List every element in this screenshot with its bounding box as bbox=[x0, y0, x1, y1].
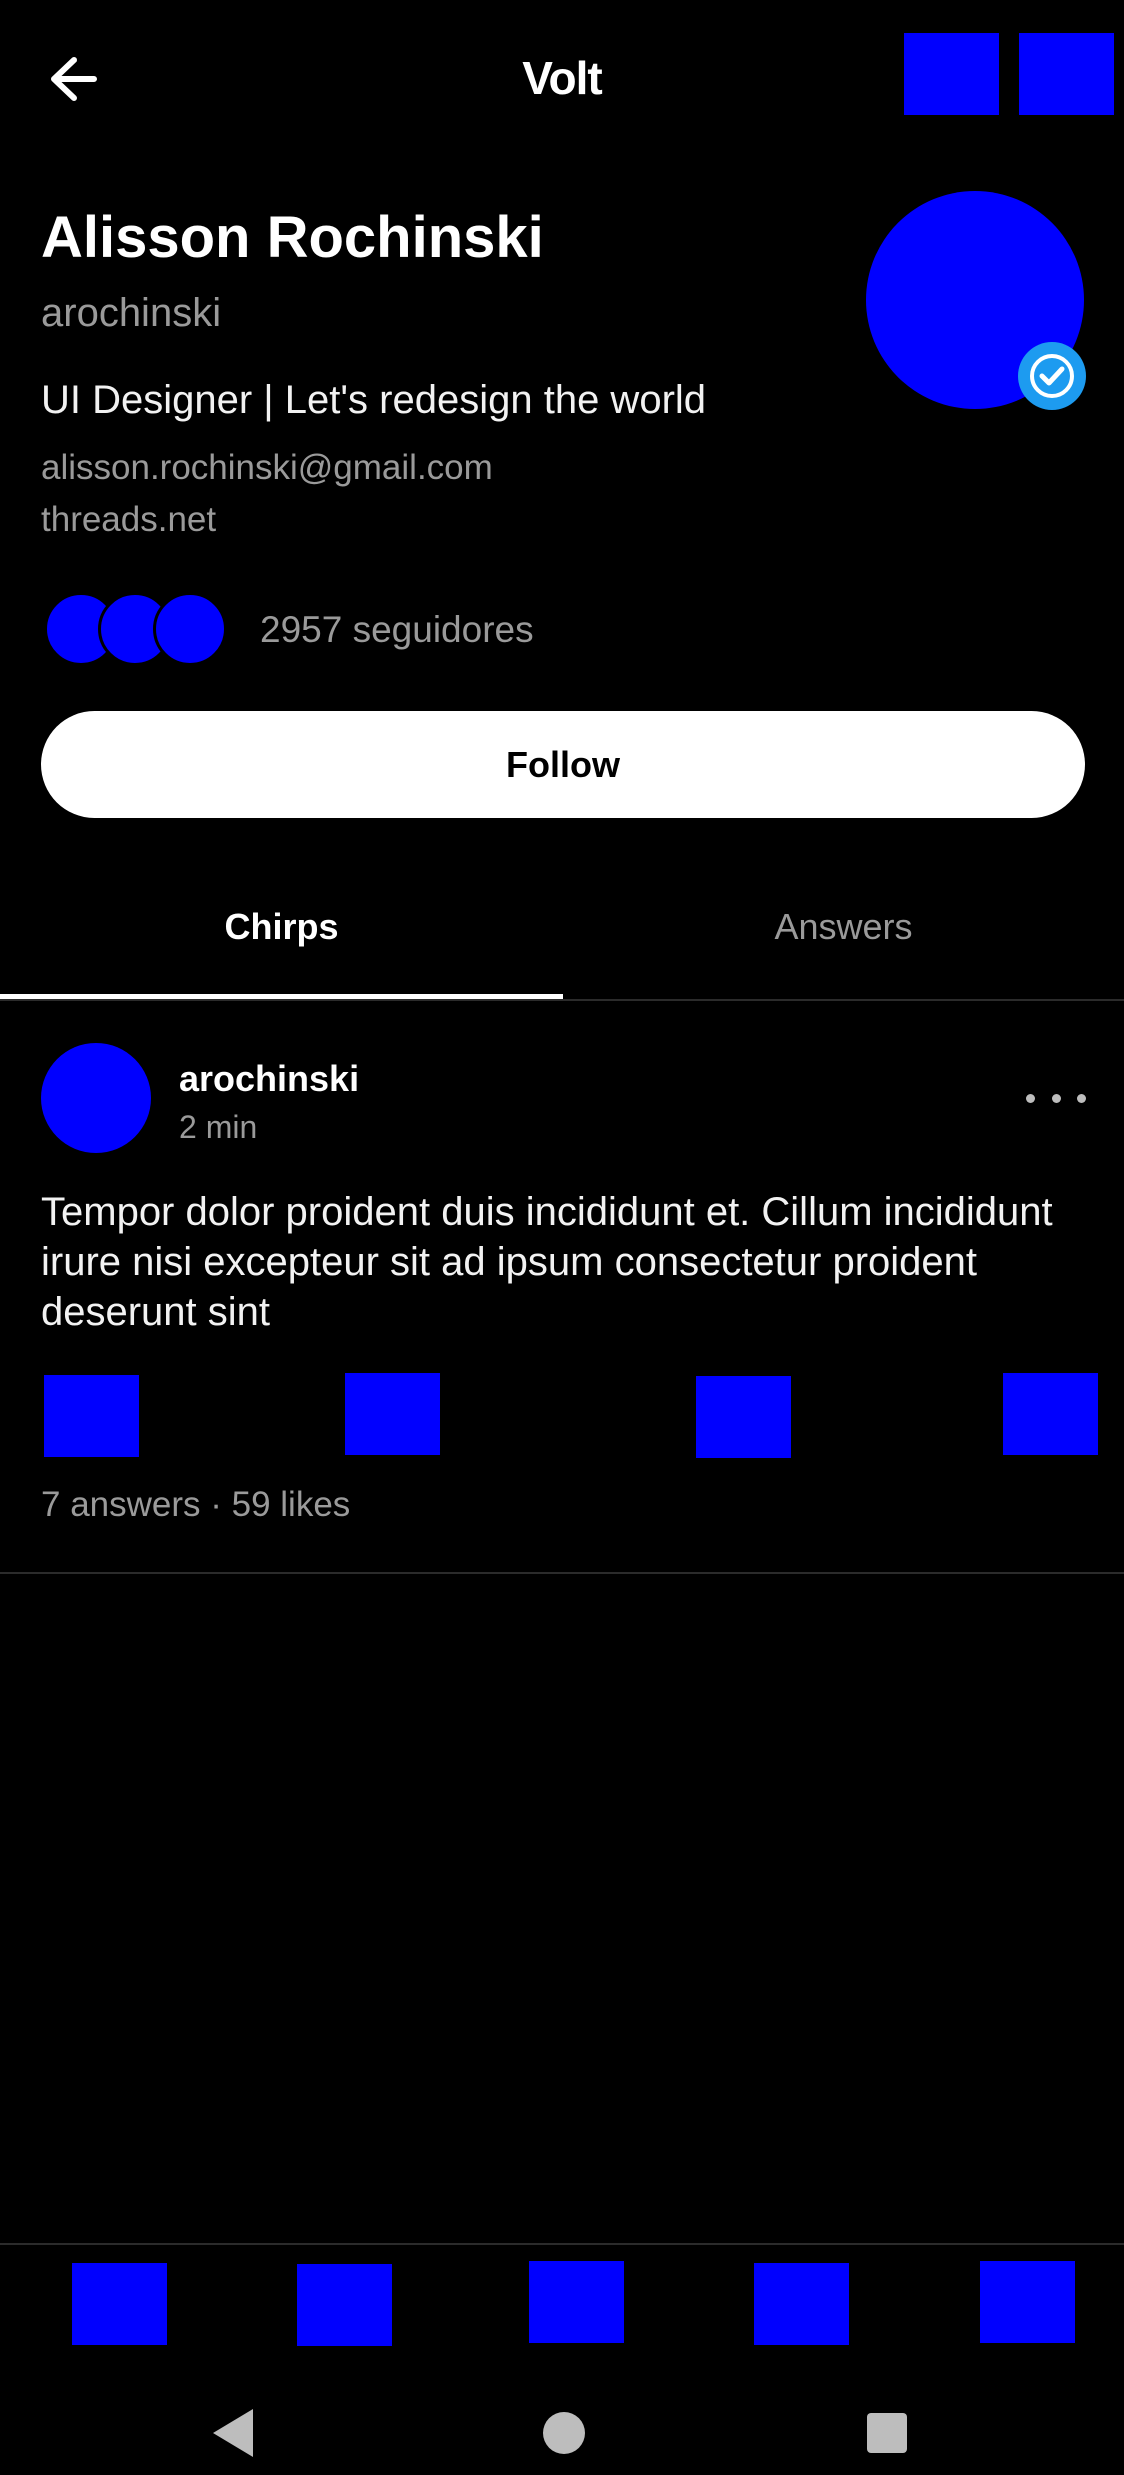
placeholder-icon bbox=[696, 1376, 791, 1458]
placeholder-icon bbox=[904, 33, 999, 115]
verified-badge bbox=[1018, 342, 1086, 410]
followers-count: 2957 seguidores bbox=[260, 609, 534, 650]
tab-label: Chirps bbox=[224, 906, 339, 947]
header-action-button-1[interactable] bbox=[904, 33, 999, 115]
follow-button-label: Follow bbox=[506, 743, 620, 785]
placeholder-icon bbox=[980, 2261, 1075, 2343]
profile-email-link[interactable]: alisson.rochinski@gmail.com bbox=[41, 443, 493, 493]
bottom-nav-divider bbox=[0, 2243, 1124, 2245]
follow-button[interactable]: Follow bbox=[41, 711, 1085, 818]
post-username[interactable]: arochinski bbox=[179, 1057, 359, 1101]
post-action-button-3[interactable] bbox=[696, 1376, 791, 1458]
bottom-nav-item-3[interactable] bbox=[529, 2261, 624, 2343]
header-action-button-2[interactable] bbox=[1019, 33, 1114, 115]
tab-label: Answers bbox=[774, 906, 913, 947]
top-app-bar: Volt bbox=[0, 0, 1124, 150]
post-author-avatar[interactable] bbox=[41, 1043, 151, 1153]
profile-bio: UI Designer | Let's redesign the world bbox=[41, 378, 707, 422]
more-options-button[interactable] bbox=[1026, 1078, 1086, 1118]
profile-screen: Volt Alisson Rochinski arochinski UI Des… bbox=[0, 0, 1124, 2475]
bottom-nav-item-5[interactable] bbox=[980, 2261, 1075, 2343]
tabs-divider bbox=[0, 999, 1124, 1001]
tab-answers[interactable]: Answers bbox=[563, 862, 1124, 992]
app-title: Volt bbox=[522, 52, 602, 104]
square-recents-icon[interactable] bbox=[867, 2413, 907, 2453]
check-badge-icon bbox=[1030, 354, 1074, 398]
post-stats[interactable]: 7 answers · 59 likes bbox=[41, 1480, 350, 1530]
bottom-nav-item-1[interactable] bbox=[72, 2263, 167, 2345]
back-button[interactable] bbox=[38, 44, 108, 114]
bottom-nav-item-2[interactable] bbox=[297, 2264, 392, 2346]
placeholder-icon bbox=[754, 2263, 849, 2345]
post-timestamp: 2 min bbox=[179, 1109, 258, 1145]
tab-chirps[interactable]: Chirps bbox=[0, 862, 563, 992]
post-action-button-2[interactable] bbox=[345, 1373, 440, 1455]
placeholder-icon bbox=[44, 1375, 139, 1457]
placeholder-icon bbox=[529, 2261, 624, 2343]
profile-handle: arochinski bbox=[41, 291, 222, 335]
placeholder-icon bbox=[345, 1373, 440, 1455]
post-action-button-4[interactable] bbox=[1003, 1373, 1098, 1455]
placeholder-icon bbox=[297, 2264, 392, 2346]
circle-home-icon[interactable] bbox=[543, 2412, 585, 2454]
triangle-back-icon[interactable] bbox=[213, 2409, 253, 2457]
placeholder-icon bbox=[1019, 33, 1114, 115]
arrow-left-icon bbox=[51, 57, 97, 101]
post-divider bbox=[0, 1572, 1124, 1574]
profile-website-link[interactable]: threads.net bbox=[41, 495, 216, 545]
profile-name: Alisson Rochinski bbox=[41, 205, 544, 270]
bottom-nav-item-4[interactable] bbox=[754, 2263, 849, 2345]
post-body: Tempor dolor proident duis incididunt et… bbox=[41, 1190, 1053, 1334]
follower-avatar bbox=[153, 592, 227, 666]
placeholder-icon bbox=[72, 2263, 167, 2345]
post-action-button-1[interactable] bbox=[44, 1375, 139, 1457]
more-horizontal-icon bbox=[1026, 1093, 1086, 1103]
placeholder-icon bbox=[1003, 1373, 1098, 1455]
